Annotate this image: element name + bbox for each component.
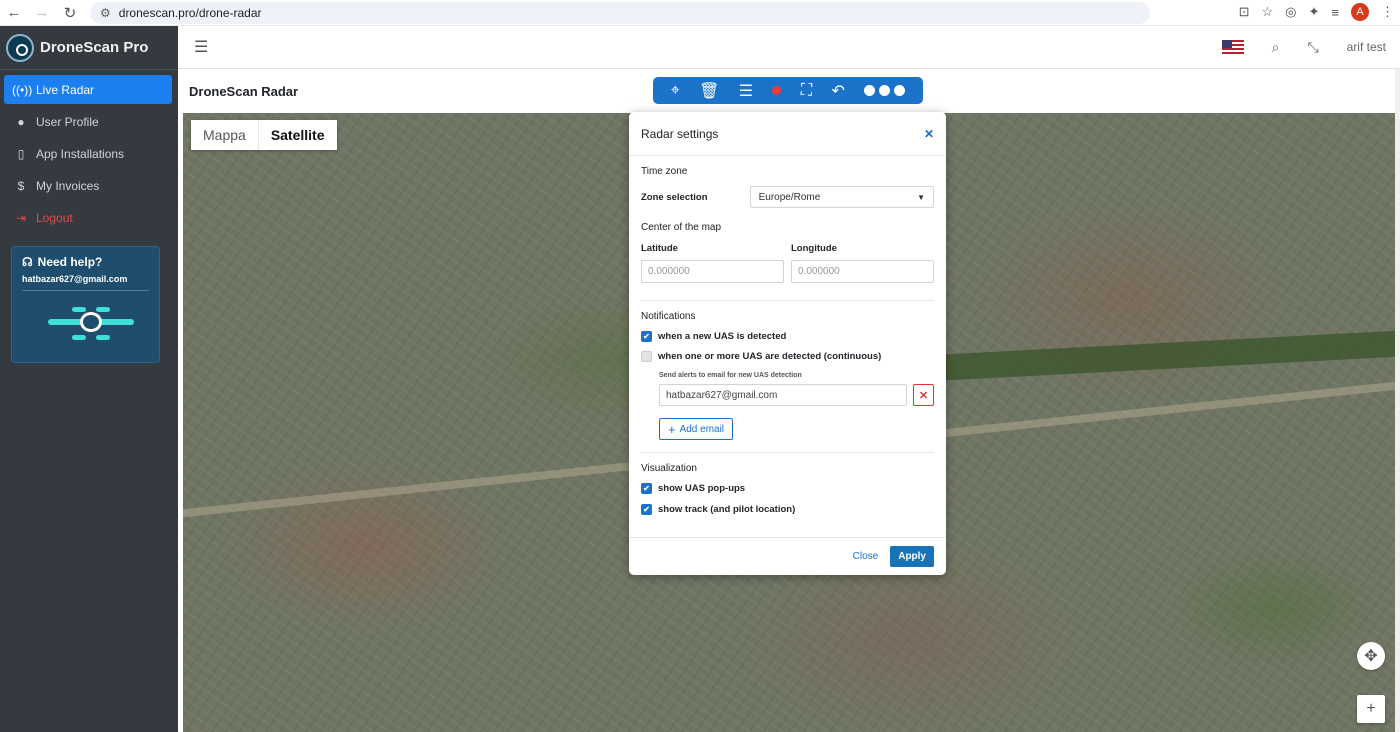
close-icon[interactable]: ✕ bbox=[924, 127, 934, 141]
sidebar: DroneScan Pro ((•)) Live Radar ● User Pr… bbox=[0, 26, 178, 732]
zone-selection-label: Zone selection bbox=[641, 191, 708, 203]
install-icon[interactable]: ⊡ bbox=[1239, 4, 1250, 20]
plus-icon: + bbox=[667, 421, 676, 437]
fit-screen-icon[interactable]: ⛶ bbox=[801, 82, 812, 100]
page-title: DroneScan Radar bbox=[189, 84, 299, 99]
divider bbox=[641, 452, 934, 453]
divider bbox=[641, 300, 934, 301]
close-button[interactable]: Close bbox=[853, 551, 879, 562]
more-options-icon[interactable] bbox=[864, 85, 906, 96]
list-icon[interactable]: ☰ bbox=[739, 81, 753, 101]
map-type-control: Mappa Satellite bbox=[191, 120, 337, 150]
extension-icon[interactable]: ◎ bbox=[1285, 4, 1296, 20]
radar-settings-modal: Radar settings ✕ Time zone Zone selectio… bbox=[629, 112, 946, 575]
section-visualization: Visualization bbox=[641, 463, 697, 474]
media-icon[interactable]: ≡ bbox=[1331, 5, 1339, 20]
timezone-select[interactable]: Europe/Rome ▼ bbox=[749, 186, 934, 208]
latitude-input[interactable]: 0.000000 bbox=[641, 260, 784, 283]
sidebar-menu: ((•)) Live Radar ● User Profile ▯ App In… bbox=[0, 70, 178, 232]
brand[interactable]: DroneScan Pro bbox=[0, 26, 178, 70]
map-pan-icon[interactable]: ✥ bbox=[1357, 642, 1385, 670]
help-title: Need help? bbox=[37, 255, 103, 269]
section-time-zone: Time zone bbox=[641, 166, 688, 177]
headset-icon: ☊ bbox=[22, 255, 33, 269]
fullscreen-icon[interactable]: ⤡ bbox=[1307, 39, 1318, 56]
address-bar[interactable]: ⚙ dronescan.pro/drone-radar bbox=[90, 1, 1150, 24]
top-header: ☰ ⌕ ⤡ arif test bbox=[178, 26, 1400, 69]
map-type-mappa[interactable]: Mappa bbox=[191, 120, 258, 150]
sidebar-item-user-profile[interactable]: ● User Profile bbox=[4, 107, 172, 136]
sidebar-item-label: App Installations bbox=[36, 146, 125, 161]
kebab-menu-icon[interactable]: ⋮ bbox=[1381, 4, 1394, 20]
chevron-down-icon: ▼ bbox=[917, 192, 925, 202]
record-icon[interactable] bbox=[772, 86, 782, 95]
user-name[interactable]: arif test bbox=[1347, 40, 1386, 54]
add-email-label: Add email bbox=[679, 423, 725, 435]
page-title-row: DroneScan Radar ⌖ 🗑 ☰ ⛶ ↶ bbox=[178, 69, 1400, 113]
crosshair-icon[interactable]: ⌖ bbox=[671, 82, 680, 100]
new-uas-label: when a new UAS is detected bbox=[658, 331, 787, 342]
help-card: ☊ Need help? hatbazar627@gmail.com bbox=[11, 246, 160, 363]
remove-email-button[interactable]: ✕ bbox=[913, 384, 934, 406]
email-alert-label: Send alerts to email for new UAS detecti… bbox=[659, 372, 802, 379]
puzzle-icon[interactable]: ✦ bbox=[1309, 4, 1320, 20]
map-tree-belt bbox=[902, 329, 1395, 383]
sidebar-item-label: User Profile bbox=[36, 114, 99, 129]
track-checkbox[interactable]: ✔ bbox=[641, 504, 652, 515]
undo-icon[interactable]: ↶ bbox=[831, 81, 844, 101]
radar-icon: ((•)) bbox=[12, 82, 33, 97]
sidebar-item-app-installations[interactable]: ▯ App Installations bbox=[4, 139, 172, 168]
longitude-label: Longitude bbox=[791, 243, 837, 254]
section-notifications: Notifications bbox=[641, 311, 696, 322]
hamburger-menu-icon[interactable]: ☰ bbox=[194, 37, 208, 57]
trash-icon[interactable]: 🗑 bbox=[699, 81, 719, 101]
sidebar-item-label: My Invoices bbox=[36, 178, 100, 193]
user-icon: ● bbox=[17, 114, 25, 129]
track-label: show track (and pilot location) bbox=[658, 504, 796, 515]
forward-arrow-icon[interactable]: → bbox=[28, 4, 56, 21]
drone-illustration bbox=[22, 295, 149, 353]
modal-title: Radar settings bbox=[641, 126, 719, 141]
map-type-satellite[interactable]: Satellite bbox=[257, 120, 337, 150]
logout-icon: ⇥ bbox=[15, 210, 27, 225]
reload-icon[interactable]: ↻ bbox=[56, 4, 84, 22]
search-icon[interactable]: ⌕ bbox=[1272, 39, 1280, 56]
url-text: dronescan.pro/drone-radar bbox=[118, 5, 262, 20]
brand-name: DroneScan Pro bbox=[40, 39, 149, 56]
apply-button[interactable]: Apply bbox=[890, 546, 934, 567]
sidebar-item-label: Live Radar bbox=[36, 82, 95, 97]
popups-label: show UAS pop-ups bbox=[658, 483, 746, 494]
latitude-label: Latitude bbox=[641, 243, 678, 254]
alert-email-input[interactable]: hatbazar627@gmail.com bbox=[659, 384, 908, 406]
new-uas-checkbox[interactable]: ✔ bbox=[641, 331, 652, 342]
dollar-icon: $ bbox=[17, 178, 25, 193]
page-scrollbar[interactable] bbox=[1395, 69, 1400, 732]
site-settings-icon[interactable]: ⚙ bbox=[100, 6, 111, 20]
brand-logo-icon bbox=[6, 33, 34, 62]
continuous-checkbox[interactable] bbox=[641, 351, 652, 362]
popups-checkbox[interactable]: ✔ bbox=[641, 483, 652, 494]
back-arrow-icon[interactable]: ← bbox=[0, 4, 28, 21]
help-email[interactable]: hatbazar627@gmail.com bbox=[22, 274, 149, 291]
add-email-button[interactable]: + Add email bbox=[659, 418, 733, 440]
profile-avatar[interactable]: A bbox=[1351, 3, 1369, 21]
longitude-input[interactable]: 0.000000 bbox=[791, 260, 934, 283]
sidebar-item-live-radar[interactable]: ((•)) Live Radar bbox=[4, 75, 172, 104]
timezone-value: Europe/Rome bbox=[758, 191, 821, 203]
zoom-in-icon[interactable]: + bbox=[1357, 695, 1385, 723]
sidebar-item-my-invoices[interactable]: $ My Invoices bbox=[4, 171, 172, 200]
radar-toolbar: ⌖ 🗑 ☰ ⛶ ↶ bbox=[653, 77, 923, 104]
sidebar-item-logout[interactable]: ⇥ Logout bbox=[4, 203, 172, 232]
sidebar-item-label: Logout bbox=[36, 210, 73, 225]
browser-toolbar: ← → ↻ ⚙ dronescan.pro/drone-radar ⊡ ☆ ◎ … bbox=[0, 0, 1400, 26]
phone-icon: ▯ bbox=[17, 146, 25, 161]
continuous-label: when one or more UAS are detected (conti… bbox=[658, 351, 882, 362]
bookmark-star-icon[interactable]: ☆ bbox=[1262, 4, 1274, 20]
us-flag-icon[interactable] bbox=[1221, 40, 1244, 54]
section-center: Center of the map bbox=[641, 222, 722, 233]
